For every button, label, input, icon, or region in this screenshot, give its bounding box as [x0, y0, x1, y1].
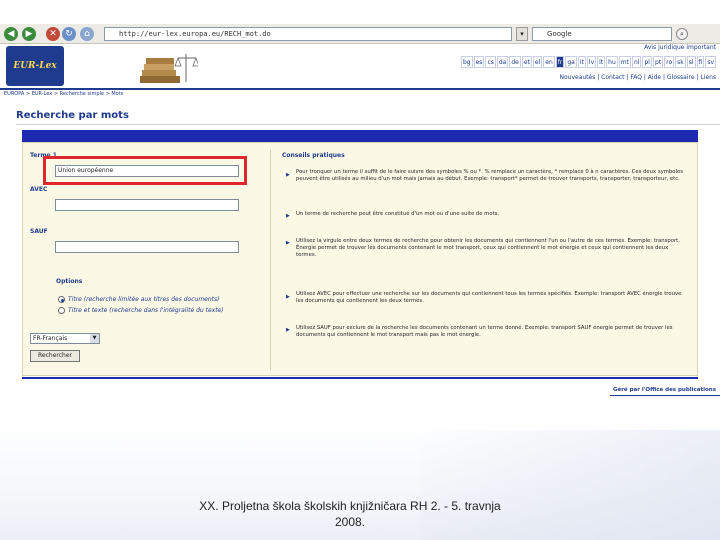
- option-fulltext-row[interactable]: Titre et texte (recherche dans l'intégra…: [58, 307, 224, 314]
- search-icon[interactable]: ⌕: [676, 28, 688, 40]
- language-option-pl[interactable]: pl: [642, 56, 652, 68]
- panel-divider: [270, 150, 271, 370]
- tip-item: Un terme de recherche peut être constitu…: [296, 211, 500, 217]
- stop-icon[interactable]: ✕: [46, 27, 60, 41]
- bullet-arrow-icon: ▶: [286, 172, 290, 178]
- sauf-label: SAUF: [30, 228, 48, 235]
- language-option-cs[interactable]: cs: [485, 56, 496, 68]
- back-icon[interactable]: ◀: [4, 27, 18, 41]
- chevron-down-icon[interactable]: ▼: [90, 334, 99, 343]
- eurlex-logo[interactable]: EUR-Lex: [6, 46, 64, 86]
- home-icon[interactable]: ⌂: [80, 27, 94, 41]
- language-option-lv[interactable]: lv: [586, 56, 597, 68]
- page-title: Recherche par mots: [16, 110, 129, 121]
- bullet-arrow-icon: ▶: [286, 213, 290, 219]
- browser-toolbar: ◀ ▶ ✕ ↻ ⌂ http://eur-lex.europa.eu/RECH_…: [0, 24, 720, 44]
- bullet-arrow-icon: ▶: [286, 240, 290, 246]
- breadcrumb[interactable]: EUROPA > EUR-Lex > Recherche simple > Mo…: [4, 91, 123, 97]
- bullet-arrow-icon: ▶: [286, 327, 290, 333]
- language-option-fi[interactable]: fi: [696, 56, 705, 68]
- title-divider: [16, 124, 720, 125]
- language-option-de[interactable]: de: [509, 56, 521, 68]
- forward-icon[interactable]: ▶: [22, 27, 36, 41]
- legal-notice-link[interactable]: Avis juridique important: [644, 44, 716, 51]
- slide-caption: XX. Proljetna škola školskih knjižničara…: [199, 499, 501, 529]
- tip-item: Pour tronquer un terme il suffit de le f…: [296, 169, 683, 182]
- tip-item: Utilisez SAUF pour exclure de la recherc…: [296, 325, 673, 338]
- books-scales-icon: [140, 54, 198, 83]
- language-option-el[interactable]: el: [532, 56, 543, 68]
- language-option-da[interactable]: da: [496, 56, 509, 68]
- search-submit-button[interactable]: Rechercher: [30, 350, 80, 362]
- language-option-nl[interactable]: nl: [631, 56, 642, 68]
- language-option-es[interactable]: es: [473, 56, 485, 68]
- language-bar: bg es cs da de et el en fr ga it lv lt hu mt nl pl pt ro sk…: [460, 56, 716, 68]
- language-option-ro[interactable]: ro: [664, 56, 675, 68]
- bullet-arrow-icon: ▶: [286, 294, 290, 300]
- language-option-lt[interactable]: lt: [597, 56, 606, 68]
- language-select[interactable]: FR-Français ▼: [30, 333, 100, 344]
- tip-item: Utilisez la virgule entre deux termes de…: [296, 238, 680, 258]
- option-fulltext-label: Titre et texte (recherche dans l'intégra…: [68, 307, 224, 314]
- avec-input[interactable]: [55, 199, 239, 211]
- language-option-sv[interactable]: sv: [705, 56, 716, 68]
- option-title-radio[interactable]: [58, 296, 65, 303]
- avec-label: AVEC: [30, 186, 48, 193]
- language-option-pt[interactable]: pt: [652, 56, 664, 68]
- language-option-sk[interactable]: sk: [675, 56, 686, 68]
- language-option-bg[interactable]: bg: [460, 56, 473, 68]
- refresh-icon[interactable]: ↻: [62, 27, 76, 41]
- panel-header-bar: [22, 130, 698, 142]
- footer-divider: [610, 395, 720, 396]
- tip-item: Utilisez AVEC pour effectuer une recherc…: [296, 291, 682, 304]
- language-option-it[interactable]: it: [577, 56, 586, 68]
- address-bar[interactable]: http://eur-lex.europa.eu/RECH_mot.do: [104, 27, 512, 41]
- language-option-ga[interactable]: ga: [565, 56, 577, 68]
- language-option-hu[interactable]: hu: [606, 56, 618, 68]
- go-button[interactable]: ▾: [516, 27, 528, 41]
- language-option-fr[interactable]: fr: [555, 56, 565, 68]
- language-option-mt[interactable]: mt: [618, 56, 631, 68]
- browser-search-input[interactable]: Google: [532, 27, 672, 41]
- publications-office-link[interactable]: Géré par l'Office des publications: [613, 387, 716, 393]
- options-label: Options: [56, 278, 83, 285]
- sauf-input[interactable]: [55, 241, 239, 253]
- option-title-label: Titre (recherche limitée aux titres des …: [68, 296, 220, 303]
- language-option-en[interactable]: en: [543, 56, 555, 68]
- highlight-box: [43, 156, 247, 185]
- site-nav[interactable]: Nouveautés | Contact | FAQ | Aide | Glos…: [559, 74, 716, 81]
- language-select-value: FR-Français: [33, 335, 68, 342]
- site-header: EUR-Lex Avis juridique important bg es cs d…: [0, 44, 720, 90]
- panel-footer-bar: [22, 377, 698, 379]
- language-option-sl[interactable]: sl: [686, 56, 696, 68]
- tips-title: Conseils pratiques: [282, 152, 345, 159]
- option-fulltext-radio[interactable]: [58, 307, 65, 314]
- language-option-et[interactable]: et: [521, 56, 532, 68]
- option-title-row[interactable]: Titre (recherche limitée aux titres des …: [58, 296, 219, 303]
